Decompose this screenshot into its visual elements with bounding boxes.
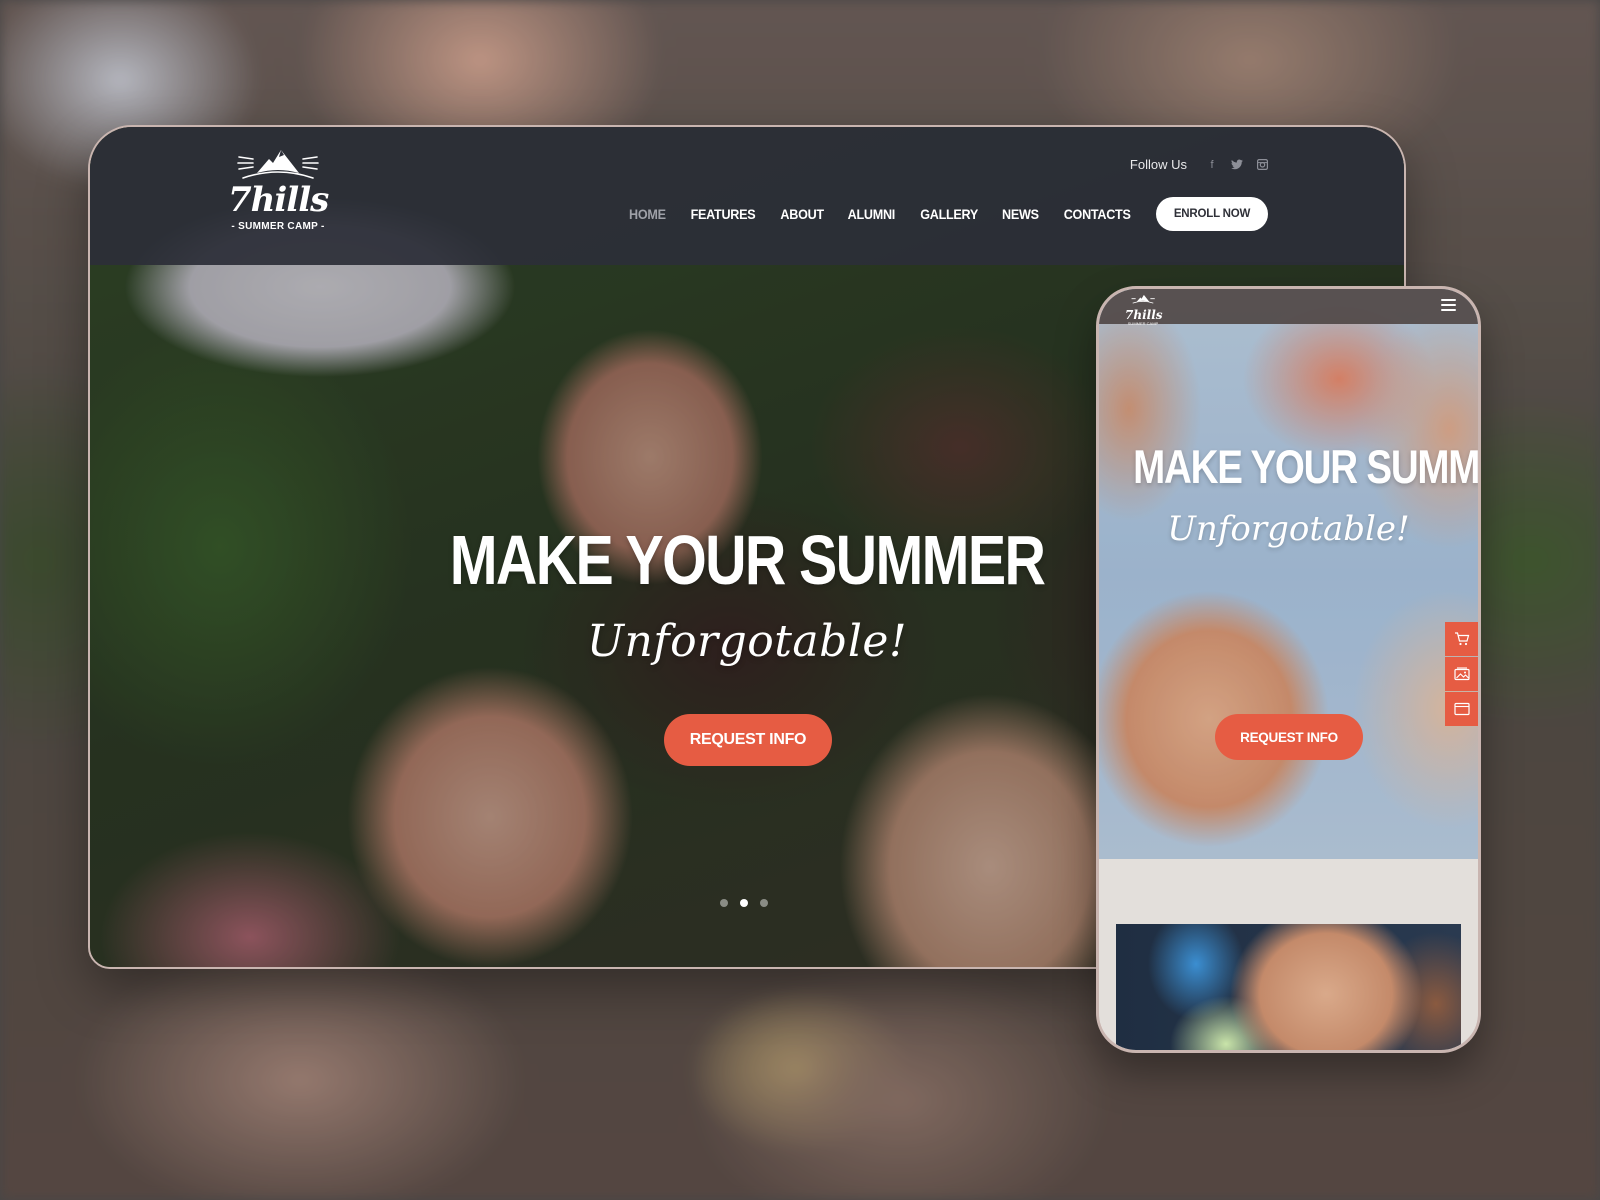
hamburger-icon[interactable] xyxy=(1441,299,1456,311)
mobile-logo-subtitle: SUMMER CAMP xyxy=(1127,321,1159,326)
nav-item-features[interactable]: FEATURES xyxy=(690,206,755,222)
site-header: 7hills - SUMMER CAMP - Follow Us f HOME … xyxy=(90,127,1404,265)
request-info-button[interactable]: REQUEST INFO xyxy=(664,714,832,766)
mobile-content-photo-card[interactable] xyxy=(1116,924,1461,1050)
main-nav: HOME FEATURES ABOUT ALUMNI GALLERY NEWS … xyxy=(608,197,1268,231)
mountain-icon xyxy=(237,150,319,179)
nav-item-news[interactable]: NEWS xyxy=(1002,206,1039,222)
follow-us: Follow Us f xyxy=(1130,157,1268,172)
mountain-icon xyxy=(1131,294,1155,304)
browser-window-icon[interactable] xyxy=(1445,692,1478,726)
nav-item-about[interactable]: ABOUT xyxy=(780,206,824,222)
mobile-logo[interactable]: 7hills SUMMER CAMP xyxy=(1125,291,1163,326)
twitter-icon[interactable] xyxy=(1231,158,1243,171)
logo-subtitle: - SUMMER CAMP - xyxy=(231,221,325,232)
mobile-side-toolbar xyxy=(1445,622,1478,727)
site-logo[interactable]: 7hills - SUMMER CAMP - xyxy=(228,147,329,242)
mobile-logo-wordmark: 7hills xyxy=(1125,308,1163,322)
mobile-request-info-button[interactable]: REQUEST INFO xyxy=(1215,714,1363,760)
slider-pagination xyxy=(720,899,768,907)
enroll-now-button[interactable]: ENROLL NOW xyxy=(1156,197,1268,231)
slider-dot[interactable] xyxy=(760,899,768,907)
gallery-icon[interactable] xyxy=(1445,657,1478,691)
facebook-icon[interactable]: f xyxy=(1206,159,1218,171)
nav-item-alumni[interactable]: ALUMNI xyxy=(848,206,896,222)
cart-icon[interactable] xyxy=(1445,622,1478,656)
mobile-mockup: 7hills SUMMER CAMP MAKE YOUR SUMMER Unfo… xyxy=(1096,286,1481,1053)
mobile-hero-title: MAKE YOUR SUMMER xyxy=(1133,440,1478,493)
slider-dot-active[interactable] xyxy=(740,899,748,907)
instagram-icon[interactable] xyxy=(1256,158,1268,171)
mobile-header: 7hills SUMMER CAMP xyxy=(1099,289,1478,326)
nav-item-contacts[interactable]: CONTACTS xyxy=(1063,206,1130,222)
nav-item-home[interactable]: HOME xyxy=(629,206,666,222)
nav-item-gallery[interactable]: GALLERY xyxy=(920,206,978,222)
mobile-hero-script: Unforgotable! xyxy=(1167,509,1410,549)
follow-us-label: Follow Us xyxy=(1129,157,1187,172)
slider-dot[interactable] xyxy=(720,899,728,907)
logo-wordmark: 7hills xyxy=(228,180,329,220)
